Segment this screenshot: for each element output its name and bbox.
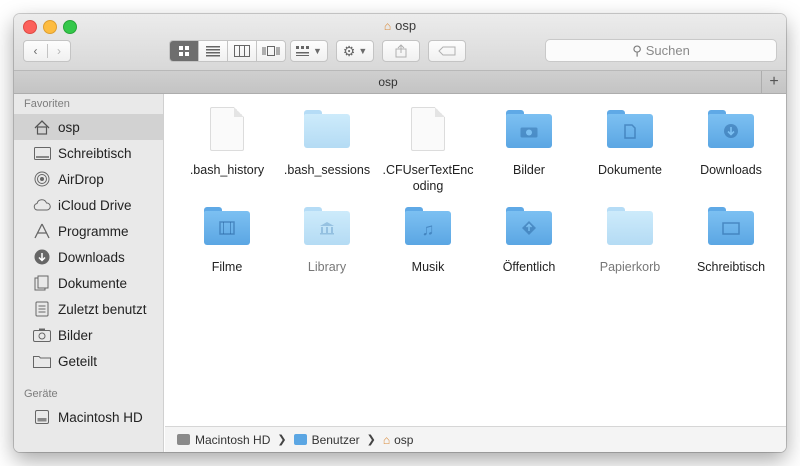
sidebar-item-bilder[interactable]: Bilder xyxy=(14,322,163,348)
back-button[interactable]: ‹ xyxy=(24,44,48,58)
desktop-icon xyxy=(32,144,52,162)
sidebar-item-macintosh-hd[interactable]: Macintosh HD xyxy=(14,404,163,430)
film-icon xyxy=(219,221,235,239)
tab-bar: osp + xyxy=(14,71,786,94)
folder-icon xyxy=(607,110,653,148)
desktop-icon xyxy=(722,221,740,239)
new-tab-button[interactable]: + xyxy=(761,71,786,93)
search-icon: ⚲ xyxy=(632,42,642,58)
view-mode-control xyxy=(169,40,286,62)
sidebar-item-airdrop[interactable]: AirDrop xyxy=(14,166,163,192)
folder-icon xyxy=(506,110,552,148)
path-item-osp[interactable]: ⌂ osp xyxy=(383,433,414,447)
folder-item-oeffentlich[interactable]: Öffentlich xyxy=(479,201,579,275)
sidebar-item-programme[interactable]: Programme xyxy=(14,218,163,244)
path-item-benutzer[interactable]: Benutzer xyxy=(293,433,360,447)
folder-item-dokumente[interactable]: Dokumente xyxy=(580,104,680,178)
camera-icon xyxy=(520,125,538,142)
home-icon: ⌂ xyxy=(383,19,392,33)
column-view-button[interactable] xyxy=(228,41,257,61)
airdrop-icon xyxy=(32,170,52,188)
cover-flow-icon xyxy=(262,46,280,56)
folder-icon xyxy=(708,207,754,245)
chevron-down-icon: ▼ xyxy=(313,46,322,56)
arrange-icon xyxy=(296,46,310,56)
share-icon xyxy=(395,44,407,58)
folder-item-filme[interactable]: Filme xyxy=(177,201,277,275)
applications-icon xyxy=(32,222,52,240)
icon-view-button[interactable] xyxy=(170,41,199,61)
harddisk-icon xyxy=(32,408,52,426)
chevron-down-icon: ▼ xyxy=(358,46,368,56)
folder-icon xyxy=(293,434,307,445)
file-item-cfusertextencoding[interactable]: .CFUserTextEnc oding xyxy=(378,104,478,194)
documents-icon xyxy=(32,274,52,292)
chevron-right-icon: ❯ xyxy=(366,434,376,446)
folder-icon xyxy=(204,207,250,245)
sidebar-item-schreibtisch[interactable]: Schreibtisch xyxy=(14,140,163,166)
forward-button[interactable]: › xyxy=(48,44,70,58)
column-view-icon xyxy=(234,45,250,57)
search-field[interactable]: ⚲ Suchen xyxy=(545,39,777,62)
document-icon xyxy=(411,107,445,151)
back-forward-control: ‹ › xyxy=(23,40,71,62)
download-icon xyxy=(32,248,52,266)
sidebar-header-devices: Geräte xyxy=(24,388,58,400)
folder-icon xyxy=(708,110,754,148)
shared-folder-icon xyxy=(32,352,52,370)
titlebar: ⌂ osp ‹ › ▼ ⚙ ▼ ⚲ Suchen xyxy=(14,14,786,71)
list-view-button[interactable] xyxy=(199,41,228,61)
sidebar-item-zuletzt-benutzt[interactable]: Zuletzt benutzt xyxy=(14,296,163,322)
folder-item-papierkorb[interactable]: Papierkorb xyxy=(580,201,680,275)
window-title: ⌂ osp xyxy=(383,18,417,33)
file-item-bash-sessions[interactable]: .bash_sessions xyxy=(277,104,377,178)
home-icon: ⌂ xyxy=(382,432,391,447)
document-icon xyxy=(624,123,636,143)
gear-icon: ⚙ xyxy=(342,42,356,59)
download-icon xyxy=(723,123,739,143)
finder-window: ⌂ osp ‹ › ▼ ⚙ ▼ ⚲ Suchen osp + Favoriten… xyxy=(14,14,786,452)
path-item-macintosh-hd[interactable]: Macintosh HD xyxy=(177,433,270,447)
arrange-button[interactable]: ▼ xyxy=(290,40,328,62)
music-icon: ♫ xyxy=(421,220,435,239)
share-button[interactable] xyxy=(382,40,420,62)
folder-item-library[interactable]: Library xyxy=(277,201,377,275)
folder-item-bilder[interactable]: Bilder xyxy=(479,104,579,178)
sidebar-item-geteilt[interactable]: Geteilt xyxy=(14,348,163,374)
sidebar-item-icloud-drive[interactable]: iCloud Drive xyxy=(14,192,163,218)
cover-flow-view-button[interactable] xyxy=(257,41,285,61)
folder-icon xyxy=(506,207,552,245)
tab-osp[interactable]: osp xyxy=(14,75,762,89)
camera-icon xyxy=(32,326,52,344)
home-icon xyxy=(32,118,52,136)
action-button[interactable]: ⚙ ▼ xyxy=(336,40,374,62)
library-icon xyxy=(319,221,335,239)
file-item-bash-history[interactable]: .bash_history xyxy=(177,104,277,178)
folder-icon xyxy=(304,110,350,148)
document-icon xyxy=(210,107,244,151)
tag-icon xyxy=(438,46,456,56)
cloud-icon xyxy=(32,196,52,214)
sidebar-header-favorites: Favoriten xyxy=(24,98,70,110)
folder-icon: ♫ xyxy=(405,207,451,245)
public-icon xyxy=(521,220,537,240)
sidebar: Favoriten osp Schreibtisch AirDrop iClou… xyxy=(14,94,164,452)
folder-item-downloads[interactable]: Downloads xyxy=(681,104,781,178)
path-bar: Macintosh HD ❯ Benutzer ❯ ⌂ osp xyxy=(165,426,786,452)
recents-icon xyxy=(32,300,52,318)
harddisk-icon xyxy=(177,434,190,445)
sidebar-item-downloads[interactable]: Downloads xyxy=(14,244,163,270)
sidebar-item-dokumente[interactable]: Dokumente xyxy=(14,270,163,296)
folder-icon xyxy=(304,207,350,245)
list-view-icon xyxy=(206,46,220,57)
icon-view-icon xyxy=(179,46,189,56)
sidebar-item-osp[interactable]: osp xyxy=(14,114,163,140)
file-grid-area: .bash_history .bash_sessions .CFUserText… xyxy=(165,94,786,426)
folder-item-musik[interactable]: ♫ Musik xyxy=(378,201,478,275)
chevron-right-icon: ❯ xyxy=(277,434,287,446)
folder-icon xyxy=(607,207,653,245)
folder-item-schreibtisch[interactable]: Schreibtisch xyxy=(681,201,781,275)
tags-button[interactable] xyxy=(428,40,466,62)
